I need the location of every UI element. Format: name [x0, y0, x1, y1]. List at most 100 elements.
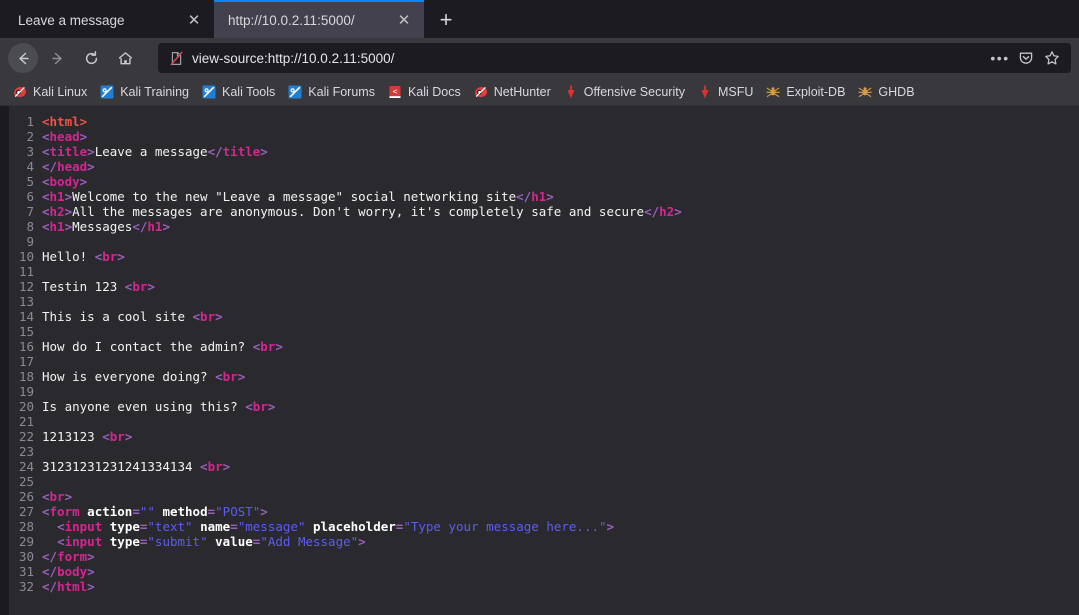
token-tag: br	[222, 369, 238, 384]
token-err: <html>	[42, 114, 88, 129]
bookmark-kali-docs[interactable]: < Kali Docs	[381, 80, 467, 104]
bookmark-label: GHDB	[878, 84, 915, 99]
bookmark-exploit-db[interactable]: Exploit-DB	[759, 80, 851, 104]
token-attr: name	[200, 519, 231, 534]
source-line: 13	[0, 294, 1079, 309]
reload-button[interactable]	[76, 43, 106, 73]
token-punct: >	[222, 459, 231, 474]
token-punct: >	[87, 579, 95, 594]
source-line: 2 <head>	[0, 129, 1079, 144]
bookmark-kali-tools[interactable]: Kali Tools	[195, 80, 281, 104]
token-punct: </	[132, 219, 148, 234]
token-tag: head	[49, 129, 80, 144]
browser-tab-0[interactable]: Leave a message ✕	[4, 2, 214, 38]
token-tag: form	[49, 504, 80, 519]
offsec-icon	[567, 85, 575, 98]
bookmark-label: NetHunter	[493, 84, 551, 99]
line-text	[42, 474, 50, 489]
pocket-icon[interactable]	[1013, 45, 1039, 71]
source-line: 8 <h1>Messages</h1>	[0, 219, 1079, 234]
page-not-secure-icon[interactable]	[166, 48, 186, 68]
token-punct: <	[245, 399, 253, 414]
token-punct: >	[162, 219, 170, 234]
back-button[interactable]	[8, 43, 38, 73]
line-text: How is everyone doing? <br>	[42, 369, 245, 384]
kali-dragon-icon	[14, 86, 26, 97]
token-text: Messages	[72, 219, 133, 234]
bookmark-star-icon[interactable]	[1039, 45, 1065, 71]
bookmark-msfu[interactable]: MSFU	[691, 80, 759, 104]
token-text: How do I contact the admin?	[42, 339, 253, 354]
new-tab-button[interactable]: +	[430, 4, 462, 36]
browser-tab-1[interactable]: http://10.0.2.11:5000/ ✕	[214, 0, 424, 38]
line-text: <h1>Messages</h1>	[42, 219, 170, 234]
source-line: 14 This is a cool site <br>	[0, 309, 1079, 324]
token-punct: >	[275, 339, 283, 354]
token-tag: input	[64, 534, 103, 549]
line-text: 31231231231241334134 <br>	[42, 459, 230, 474]
bookmark-nethunter[interactable]: NetHunter	[467, 80, 557, 104]
arrow-left-icon	[18, 52, 29, 64]
bookmark-offensive-security[interactable]: Offensive Security	[557, 80, 691, 104]
bookmark-kali-forums[interactable]: Kali Forums	[281, 80, 381, 104]
token-punct: >	[215, 309, 223, 324]
token-punct: >	[87, 144, 95, 159]
token-punct: <	[42, 219, 50, 234]
home-button[interactable]	[110, 43, 140, 73]
home-icon	[118, 51, 132, 64]
source-line: 24 31231231231241334134 <br>	[0, 459, 1079, 474]
token-punct: <	[42, 129, 50, 144]
token-tag: head	[57, 159, 88, 174]
token-punct: >	[87, 159, 95, 174]
kali-docs-icon: <	[389, 85, 401, 98]
svg-text:<: <	[393, 87, 398, 96]
page-actions-more-icon[interactable]: •••	[987, 45, 1013, 71]
line-text	[42, 324, 50, 339]
line-text	[42, 234, 50, 249]
source-code-listing[interactable]: 1 <html> 2 <head> 3 <title>Leave a message</t…	[0, 114, 1079, 594]
token-tag: h1	[49, 219, 65, 234]
line-text: Is anyone even using this? <br>	[42, 399, 275, 414]
tab-close-icon[interactable]: ✕	[394, 10, 414, 30]
forward-button[interactable]	[42, 43, 72, 73]
token-attr: method	[162, 504, 208, 519]
token-text: Leave a message	[94, 144, 208, 159]
address-bar[interactable]: view-source:http://10.0.2.11:5000/ •••	[158, 43, 1071, 73]
line-text: <h1>Welcome to the new "Leave a message"…	[42, 189, 554, 204]
line-text: <input type="submit" value="Add Message"…	[42, 534, 366, 549]
token-punct: <	[57, 519, 65, 534]
bookmarks-toolbar: Kali Linux Kali Training Kali Tools Kali…	[0, 78, 1079, 106]
token-punct: >	[260, 144, 268, 159]
token-text: All the messages are anonymous. Don't wo…	[72, 204, 645, 219]
line-text: </head>	[42, 159, 95, 174]
token-punct: <	[42, 204, 50, 219]
bookmark-kali-linux[interactable]: Kali Linux	[6, 80, 93, 104]
line-text	[42, 444, 50, 459]
token-punct: >	[87, 549, 95, 564]
line-text	[42, 264, 50, 279]
token-tag: h2	[49, 204, 65, 219]
token-tag: body	[49, 174, 80, 189]
line-text	[42, 384, 50, 399]
source-line: 16 How do I contact the admin? <br>	[0, 339, 1079, 354]
line-text: 1213123 <br>	[42, 429, 132, 444]
url-text[interactable]: view-source:http://10.0.2.11:5000/	[192, 51, 987, 66]
token-punct: >	[64, 219, 73, 234]
source-line: 25	[0, 474, 1079, 489]
token-punct: >	[87, 564, 95, 579]
token-punct: >	[674, 204, 682, 219]
token-punct: <	[200, 459, 208, 474]
source-line: 29 <input type="submit" value="Add Messa…	[0, 534, 1079, 549]
bookmark-kali-training[interactable]: Kali Training	[93, 80, 195, 104]
token-punct: </	[207, 144, 223, 159]
bookmark-ghdb[interactable]: GHDB	[851, 80, 920, 104]
line-text: <br>	[42, 489, 72, 504]
source-line: 3 <title>Leave a message</title>	[0, 144, 1079, 159]
token-punct: >	[124, 429, 133, 444]
tab-close-icon[interactable]: ✕	[184, 10, 204, 30]
source-line: 23	[0, 444, 1079, 459]
token-tag: title	[49, 144, 88, 159]
arrow-right-icon	[51, 52, 62, 64]
